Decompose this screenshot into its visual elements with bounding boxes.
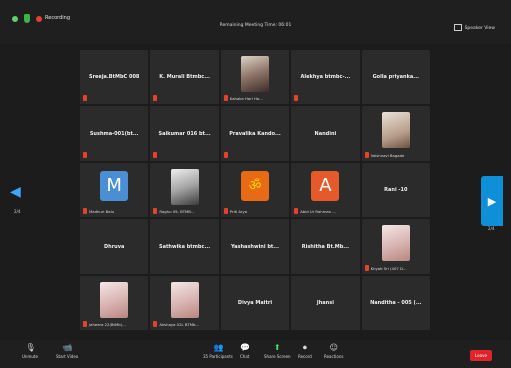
chevron-right-icon: ▶ bbox=[487, 194, 497, 208]
participant-tile[interactable]: Jhansi bbox=[291, 275, 360, 330]
muted-mic-icon bbox=[364, 264, 369, 271]
muted-mic-icon bbox=[294, 95, 299, 102]
muted-mic-icon bbox=[153, 95, 158, 102]
participant-photo bbox=[381, 112, 410, 149]
reactions-button[interactable]: ☺ Reactions bbox=[324, 343, 343, 359]
top-bar: Recording Remaining Meeting Time: 06:01 … bbox=[0, 0, 511, 44]
participant-tile[interactable]: Nandini bbox=[291, 106, 360, 161]
participant-name-label: Jaheera 22(BtMb)... bbox=[89, 322, 126, 327]
participant-name-label: Khyati Sri (407 D... bbox=[370, 265, 407, 271]
chat-button[interactable]: 💬 Chat bbox=[240, 343, 251, 359]
participant-name-label: Vaishnavi Bagade bbox=[370, 152, 405, 158]
participant-tile[interactable]: Alekhya btmbc-... bbox=[291, 50, 360, 105]
participant-tile[interactable]: A Abid Ur Rahman ... bbox=[291, 162, 360, 218]
participant-tile[interactable]: Rani -10 bbox=[361, 162, 430, 218]
microphone-muted-icon: 🎙 bbox=[25, 343, 36, 352]
muted-mic-icon bbox=[364, 151, 369, 158]
view-switch-button[interactable]: Speaker View bbox=[453, 24, 495, 31]
muted-mic-icon bbox=[153, 321, 158, 327]
participant-tile[interactable]: Sathwika btmbc... bbox=[150, 219, 219, 274]
share-screen-button[interactable]: ⬆ Share Screen bbox=[264, 343, 291, 359]
participant-tile[interactable]: K. Murali Btmbc... bbox=[150, 50, 219, 105]
participant-tile[interactable]: Sreeja.BtMbC 008 bbox=[80, 50, 149, 105]
video-grid: Sreeja.BtMbC 008 K. Murali Btmbc... Kaha… bbox=[80, 50, 430, 330]
participants-icon: 👥 bbox=[213, 343, 224, 352]
participant-tile[interactable]: Raghu 09- BTMB... bbox=[150, 162, 219, 218]
muted-mic-icon bbox=[223, 151, 228, 158]
chat-bubble-icon: 💬 bbox=[240, 343, 251, 352]
next-page-button[interactable]: ▶ bbox=[481, 176, 503, 226]
participant-tile[interactable]: ॐ Priti Arya bbox=[220, 162, 290, 218]
participant-tile[interactable]: Golla priyanka... bbox=[361, 50, 430, 105]
participant-tile[interactable]: Pravalika Kando... bbox=[220, 106, 290, 161]
participants-button[interactable]: 👥 35 Participants bbox=[203, 343, 233, 359]
record-icon: ⏺ bbox=[302, 343, 307, 352]
participant-tile[interactable]: Nanditha - 005 (... bbox=[361, 275, 430, 330]
participant-tile[interactable]: Rishitha Bt.Mb... bbox=[291, 219, 360, 274]
participant-name-label: Raghu 09- BTMB... bbox=[159, 209, 195, 215]
reactions-icon: ☺ bbox=[329, 343, 338, 352]
participant-tile[interactable]: Khyati Sri (407 D... bbox=[361, 219, 430, 274]
muted-mic-icon bbox=[223, 208, 228, 215]
muted-mic-icon bbox=[83, 95, 87, 102]
participant-name-label: Madhuri Balu bbox=[89, 209, 115, 215]
share-screen-icon: ⬆ bbox=[273, 343, 281, 352]
participant-photo bbox=[381, 225, 410, 262]
view-grid-icon bbox=[453, 24, 462, 31]
meeting-info-icon[interactable] bbox=[12, 16, 18, 22]
participant-photo bbox=[170, 281, 199, 318]
participant-name-label: Priti Arya bbox=[229, 209, 248, 215]
avatar-letter-a: A bbox=[311, 170, 340, 201]
participant-name-label: Kahaka Hari Ha... bbox=[229, 96, 263, 102]
recording-label[interactable]: Recording bbox=[45, 15, 70, 21]
avatar-letter-m: M bbox=[100, 170, 129, 201]
participant-tile[interactable]: Sushma-001(bt... bbox=[80, 106, 149, 161]
participant-tile[interactable]: Dhruva bbox=[80, 219, 149, 274]
muted-mic-icon bbox=[223, 95, 228, 102]
leave-meeting-button[interactable]: Leave bbox=[470, 350, 492, 361]
previous-page-button[interactable]: ◀ bbox=[10, 182, 22, 202]
participant-tile[interactable]: Vaishnavi Bagade bbox=[361, 106, 430, 161]
record-button[interactable]: ⏺ Record bbox=[298, 343, 312, 359]
participant-name-label: Abid Ur Rahman ... bbox=[300, 209, 336, 215]
muted-mic-icon bbox=[153, 151, 158, 158]
chevron-left-icon: ◀ bbox=[10, 184, 21, 200]
muted-mic-icon bbox=[83, 151, 87, 158]
participants-count: 35 bbox=[203, 354, 209, 359]
participant-tile[interactable]: Saikumar 016 bt... bbox=[150, 106, 219, 161]
recording-dot-icon bbox=[36, 16, 42, 22]
page-indicator-left: 2/4 bbox=[14, 209, 21, 214]
muted-mic-icon bbox=[83, 208, 87, 215]
meeting-timer: Remaining Meeting Time: 06:01 bbox=[219, 23, 292, 28]
participant-tile[interactable]: M Madhuri Balu bbox=[80, 162, 149, 218]
muted-mic-icon bbox=[83, 321, 87, 327]
page-indicator-right: 2/4 bbox=[488, 226, 495, 231]
om-symbol-icon: ॐ bbox=[240, 170, 269, 201]
start-video-button[interactable]: 📹 Start Video bbox=[56, 343, 78, 359]
participant-photo bbox=[100, 281, 129, 318]
participant-photo bbox=[240, 56, 269, 92]
muted-mic-icon bbox=[153, 208, 158, 215]
security-shield-icon[interactable] bbox=[24, 14, 30, 23]
meeting-toolbar: 🎙 Unmute 📹 Start Video 👥 35 Participants 💬 C… bbox=[0, 340, 511, 368]
participant-tile[interactable]: Kahaka Hari Ha... bbox=[220, 50, 290, 105]
muted-mic-icon bbox=[294, 208, 299, 215]
participant-name-label: Akshaya 02L BTMb... bbox=[159, 322, 200, 327]
participant-tile[interactable]: Akshaya 02L BTMb... bbox=[150, 275, 219, 330]
participant-photo bbox=[170, 168, 199, 205]
unmute-button[interactable]: 🎙 Unmute bbox=[22, 343, 38, 359]
participant-tile[interactable]: Divya Maitri bbox=[220, 275, 290, 330]
participant-tile[interactable]: Yashashwini bt... bbox=[220, 219, 290, 274]
participant-tile[interactable]: Jaheera 22(BtMb)... bbox=[80, 275, 149, 330]
video-off-icon: 📹 bbox=[62, 343, 73, 352]
